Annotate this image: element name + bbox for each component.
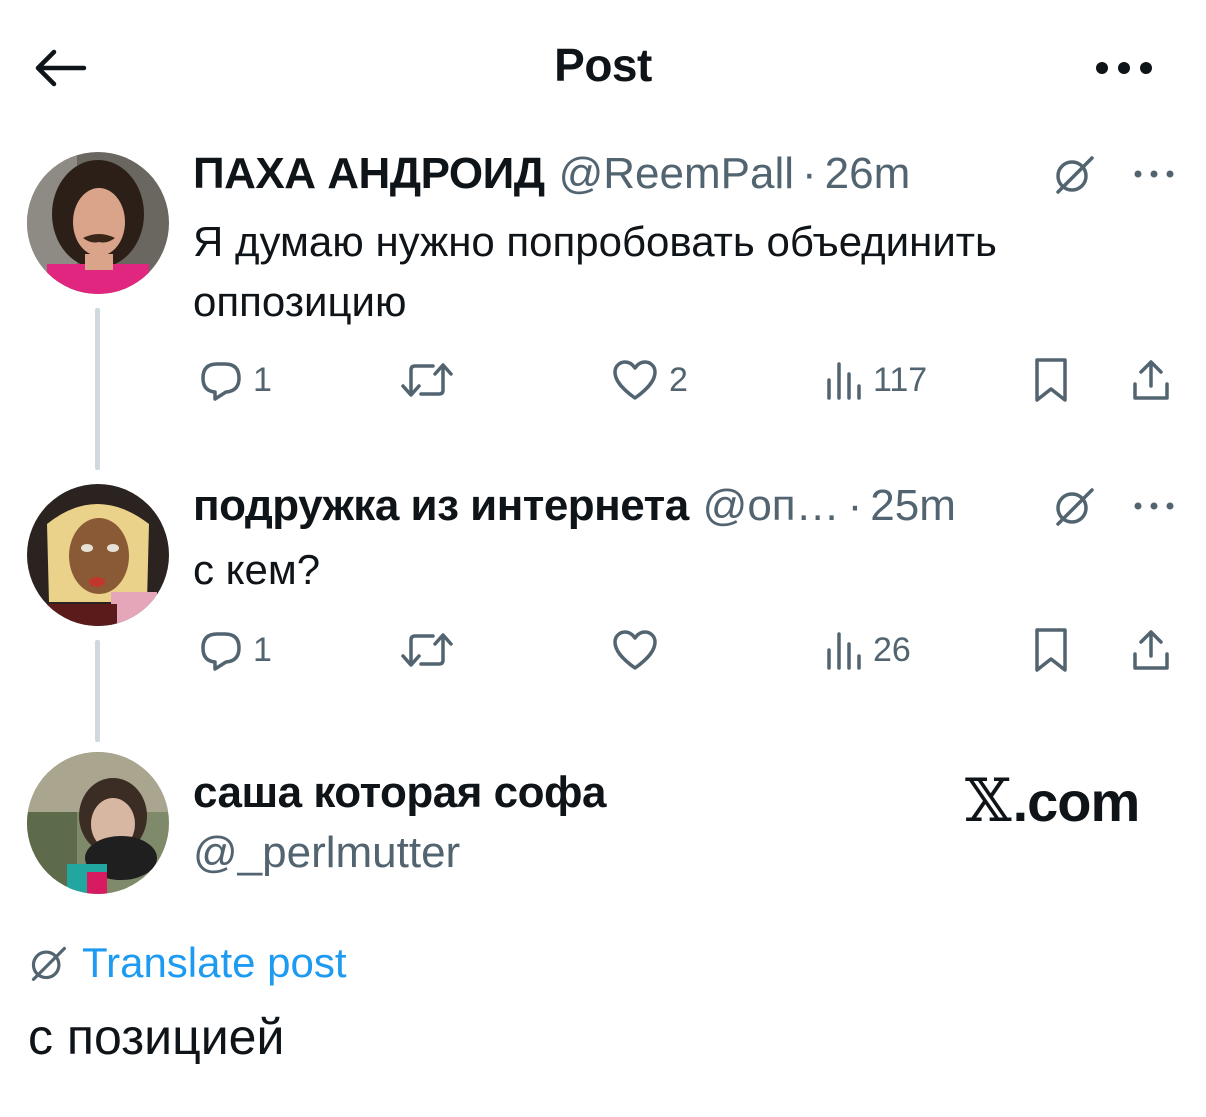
thread-connector-line	[95, 308, 100, 470]
repost-button[interactable]	[399, 620, 465, 680]
reply-icon	[201, 362, 241, 401]
views-button[interactable]: 117	[823, 350, 927, 410]
tweet-more-button[interactable]	[1126, 486, 1182, 526]
grok-icon	[31, 946, 66, 981]
grok-icon[interactable]	[1052, 152, 1096, 196]
views-count: 117	[873, 360, 928, 399]
share-button[interactable]	[1129, 350, 1173, 410]
bookmark-button[interactable]	[1031, 350, 1071, 410]
more-horizontal-icon	[1134, 502, 1174, 510]
page-title: Post	[554, 39, 652, 91]
views-button[interactable]: 26	[823, 620, 911, 680]
author-handle[interactable]: @ReemPall	[559, 149, 794, 199]
author-name[interactable]: подружка из интернета	[193, 481, 689, 531]
top-bar: Post	[0, 0, 1206, 130]
avatar[interactable]	[27, 484, 169, 626]
avatar[interactable]	[27, 752, 169, 894]
analytics-icon	[827, 362, 861, 400]
translate-label: Translate post	[82, 939, 347, 986]
author-handle[interactable]: @_perlmutter	[193, 828, 460, 878]
like-button[interactable]: 2	[611, 350, 688, 410]
avatar[interactable]	[27, 152, 169, 294]
bookmark-button[interactable]	[1031, 620, 1071, 680]
heart-icon	[613, 630, 657, 670]
views-count: 26	[873, 630, 911, 669]
author-handle[interactable]: @оп…	[703, 481, 840, 531]
share-icon	[1133, 630, 1169, 670]
separator-dot: ·	[802, 149, 817, 198]
tweet-header: подружка из интернета @оп… · 25m	[193, 478, 956, 534]
like-button[interactable]	[611, 620, 669, 680]
share-button[interactable]	[1129, 620, 1173, 680]
tweet-text: Я думаю нужно попробовать объединить опп…	[193, 218, 997, 325]
like-count: 2	[669, 360, 688, 399]
analytics-icon	[827, 632, 861, 670]
repost-icon	[401, 633, 453, 667]
author-name[interactable]: саша которая софа	[193, 768, 606, 818]
thread-connector-line	[95, 640, 100, 742]
tweet-text: с кем?	[193, 546, 321, 593]
tweet-actions: 1 2 117	[193, 350, 1183, 410]
bookmark-icon	[1035, 628, 1067, 672]
more-horizontal-icon	[1134, 170, 1174, 178]
grok-icon[interactable]	[1052, 484, 1096, 528]
x-logo-icon: 𝕏	[965, 766, 1012, 836]
reply-count: 1	[253, 630, 272, 669]
repost-icon	[401, 363, 453, 397]
translate-post-button[interactable]: Translate post	[28, 935, 347, 991]
reply-button[interactable]: 1	[199, 350, 272, 410]
repost-button[interactable]	[399, 350, 465, 410]
post-text: с позицией	[28, 1009, 285, 1065]
reply-count: 1	[253, 360, 272, 399]
share-icon	[1133, 360, 1169, 400]
tweet-more-button[interactable]	[1126, 154, 1182, 194]
more-horizontal-icon	[1096, 62, 1152, 74]
post-time[interactable]: 25m	[870, 481, 956, 531]
heart-icon	[613, 360, 657, 400]
tweet-header: ПАХА АНДРОИД @ReemPall · 26m	[193, 146, 910, 202]
xcom-watermark: 𝕏 .com	[965, 766, 1141, 836]
reply-icon	[201, 632, 241, 671]
separator-dot: ·	[847, 481, 863, 530]
watermark-suffix: .com	[1012, 769, 1141, 833]
bookmark-icon	[1035, 358, 1067, 402]
reply-button[interactable]: 1	[199, 620, 272, 680]
author-name[interactable]: ПАХА АНДРОИД	[193, 149, 545, 199]
post-time[interactable]: 26m	[825, 149, 911, 199]
more-options-button[interactable]	[1088, 44, 1160, 92]
tweet-actions: 1 26	[193, 620, 1183, 680]
